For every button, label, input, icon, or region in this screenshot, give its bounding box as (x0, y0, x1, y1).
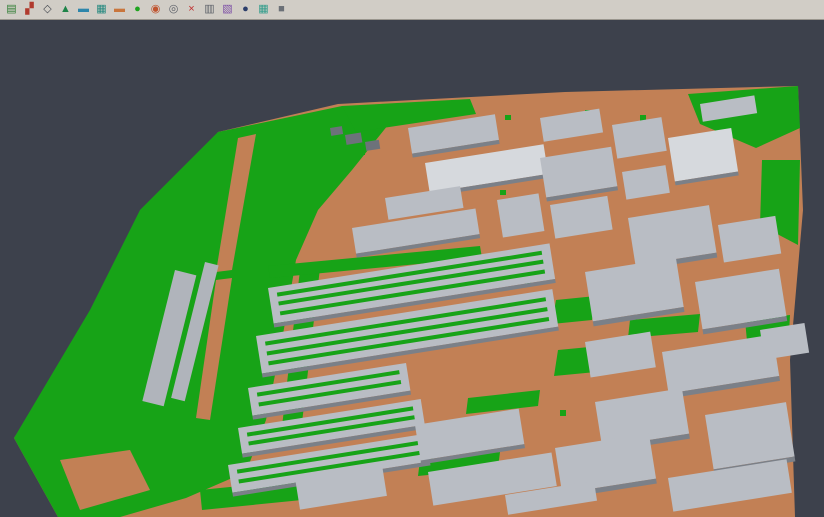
cross-section-icon[interactable]: ▥ (201, 2, 218, 18)
terrain-icon[interactable]: ▲ (57, 2, 74, 18)
vegetation-class-icon[interactable]: ● (129, 2, 146, 18)
palette-icon[interactable]: ▧ (219, 2, 236, 18)
globe-icon[interactable]: ● (237, 2, 254, 18)
main-toolbar: ▤▞◇▲▬▦▬●◉◎×▥▧●▦■ (0, 0, 824, 20)
ground-class-icon[interactable]: ▬ (111, 2, 128, 18)
settings-icon[interactable]: ◎ (165, 2, 182, 18)
scene-canvas (0, 20, 824, 517)
water-level-icon[interactable]: ▬ (75, 2, 92, 18)
mesh-icon[interactable]: ▦ (255, 2, 272, 18)
snapshot-icon[interactable]: ■ (273, 2, 290, 18)
point-cloud-icon[interactable]: ▞ (21, 2, 38, 18)
application-window: ▤▞◇▲▬▦▬●◉◎×▥▧●▦■ (0, 0, 824, 517)
classification-icon[interactable]: ◉ (147, 2, 164, 18)
grid-icon[interactable]: ▦ (93, 2, 110, 18)
polyline-icon[interactable]: ◇ (39, 2, 56, 18)
viewport-3d[interactable] (0, 20, 824, 517)
layers-icon[interactable]: ▤ (3, 2, 20, 18)
delete-icon[interactable]: × (183, 2, 200, 18)
